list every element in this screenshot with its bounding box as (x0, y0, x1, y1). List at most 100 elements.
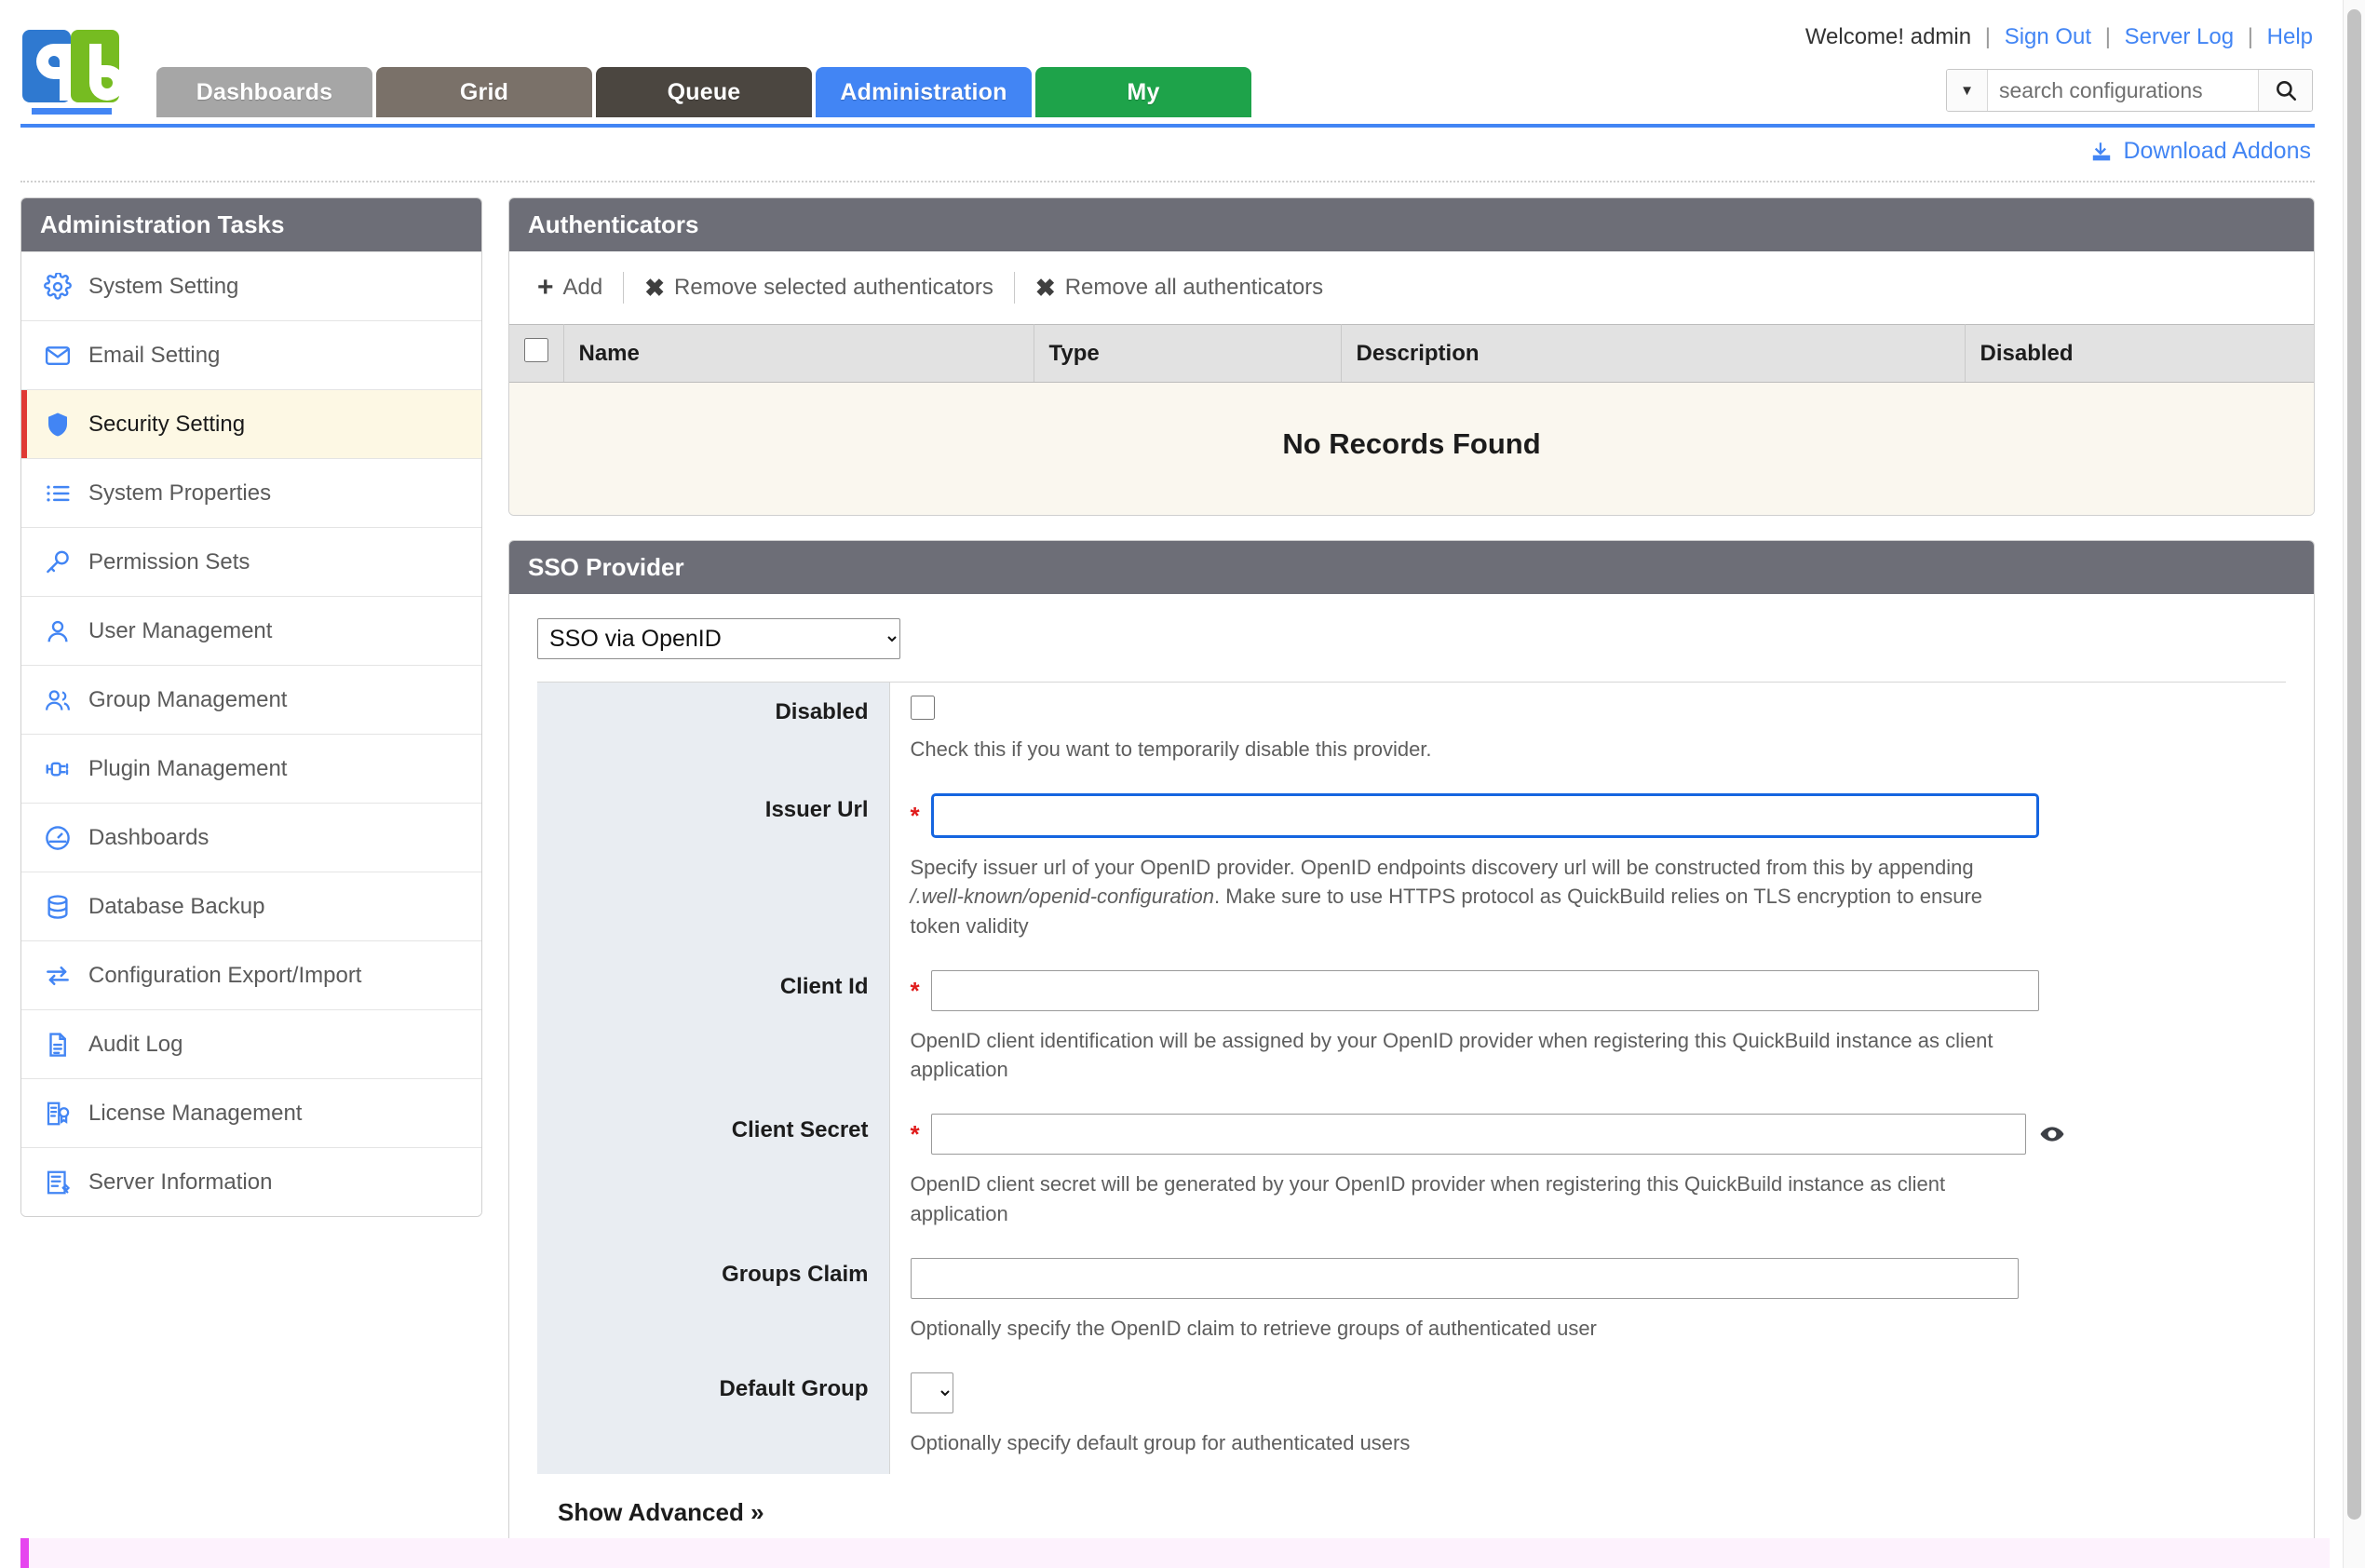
sidebar-item-label: Server Information (88, 1169, 273, 1195)
default-group-select[interactable] (910, 1372, 953, 1414)
sidebar-item-label: Database Backup (88, 893, 265, 919)
sidebar-item-license-management[interactable]: License Management (21, 1078, 481, 1147)
sidebar-item-label: Plugin Management (88, 755, 288, 781)
app-header: Dashboards Grid Queue Administration My … (0, 0, 2343, 130)
select-all-header (509, 324, 564, 383)
tab-my[interactable]: My (1035, 67, 1251, 117)
sidebar-item-security-setting[interactable]: Security Setting (21, 389, 481, 458)
sidebar-item-label: System Properties (88, 480, 272, 506)
help-disabled: Check this if you want to temporarily di… (910, 737, 1432, 761)
required-marker: * (910, 976, 920, 1005)
label-disabled: Disabled (537, 682, 890, 781)
sso-provider-type-select[interactable]: SSO via OpenID (537, 618, 900, 659)
label-groups-claim: Groups Claim (537, 1244, 890, 1360)
close-icon: ✖ (1034, 274, 1056, 302)
form-row-client-secret: Client Secret * OpenID client secret wil… (537, 1101, 2286, 1245)
authenticators-title: Authenticators (509, 198, 2314, 251)
sso-settings-form: Disabled Check this if you want to tempo… (537, 682, 2286, 1475)
issuer-url-input[interactable] (930, 793, 2039, 839)
sso-provider-title: SSO Provider (509, 541, 2314, 594)
eye-icon[interactable] (2039, 1121, 2065, 1147)
addons-bar: Download Addons (20, 130, 2315, 182)
welcome-text: Welcome! admin (1804, 24, 1972, 49)
server-log-link[interactable]: Server Log (2125, 24, 2234, 49)
sidebar-item-system-setting[interactable]: System Setting (21, 251, 481, 320)
download-addons-label: Download Addons (2123, 138, 2311, 164)
sidebar-item-plugin-management[interactable]: Plugin Management (21, 734, 481, 803)
chevron-down-icon: ▼ (1960, 82, 1974, 99)
add-authenticator-button[interactable]: + Add (537, 274, 602, 302)
help-client-id: OpenID client identification will be ass… (910, 1028, 1993, 1082)
groups-claim-input[interactable] (910, 1257, 2019, 1299)
sidebar-item-user-management[interactable]: User Management (21, 596, 481, 665)
sidebar-item-permission-sets[interactable]: Permission Sets (21, 527, 481, 596)
gear-icon (42, 271, 74, 303)
remove-all-authenticators-button[interactable]: ✖ Remove all authenticators (1035, 275, 1323, 301)
page-scrollbar-thumb[interactable] (2347, 9, 2361, 1520)
quickbuild-logo[interactable] (20, 28, 123, 115)
empty-state-row: No Records Found (509, 382, 2314, 515)
search-scope-dropdown[interactable]: ▼ (1947, 70, 1988, 111)
help-groups-claim: Optionally specify the OpenID claim to r… (910, 1316, 1597, 1340)
tab-administration[interactable]: Administration (816, 67, 1032, 117)
tab-grid[interactable]: Grid (376, 67, 592, 117)
tab-my-label: My (1127, 78, 1160, 105)
table-header-row: Name Type Description Disabled (509, 324, 2314, 383)
main-column: Authenticators + Add ✖ Remove selected a… (508, 197, 2315, 1568)
sidebar-item-label: Audit Log (88, 1031, 183, 1057)
sidebar-item-database-backup[interactable]: Database Backup (21, 872, 481, 940)
client-secret-input[interactable] (930, 1114, 2026, 1156)
tab-dashboards[interactable]: Dashboards (156, 67, 372, 117)
shield-icon (42, 409, 74, 440)
sidebar-item-dashboards[interactable]: Dashboards (21, 803, 481, 872)
select-all-checkbox[interactable] (524, 338, 548, 362)
document-icon (42, 1029, 74, 1061)
administration-tasks-sidebar: Administration Tasks System Setting Emai… (20, 197, 482, 1217)
plug-icon (42, 753, 74, 785)
search-box: ▼ (1946, 69, 2313, 112)
sidebar-item-system-properties[interactable]: System Properties (21, 458, 481, 527)
sidebar-item-label: User Management (88, 617, 273, 643)
sidebar-item-label: License Management (88, 1100, 303, 1126)
tab-grid-label: Grid (459, 78, 509, 105)
field-client-id: * OpenID client identification will be a… (889, 957, 2286, 1101)
sidebar-item-label: Security Setting (88, 411, 246, 437)
field-groups-claim: Optionally specify the OpenID claim to r… (889, 1245, 2286, 1359)
sign-out-link[interactable]: Sign Out (2005, 24, 2091, 49)
exchange-icon (42, 960, 74, 992)
column-header-disabled[interactable]: Disabled (1965, 324, 2314, 383)
sso-provider-body: SSO via OpenID Disabled Check this if yo… (509, 594, 2314, 1568)
column-header-description[interactable]: Description (1341, 324, 1966, 383)
field-issuer-url: * Specify issuer url of your OpenID prov… (889, 780, 2286, 957)
gauge-icon (42, 822, 74, 854)
plus-icon: + (537, 272, 554, 303)
toolbar-divider-2 (1013, 272, 1015, 304)
help-issuer-url-prefix: Specify issuer url of your OpenID provid… (910, 856, 1974, 880)
label-issuer-url: Issuer Url (537, 780, 890, 957)
search-button[interactable] (2258, 70, 2312, 111)
client-id-input[interactable] (930, 969, 2039, 1011)
help-issuer-url: Specify issuer url of your OpenID provid… (911, 853, 2009, 946)
server-info-icon (42, 1167, 74, 1198)
main-nav-tabs: Dashboards Grid Queue Administration My (156, 67, 1251, 117)
key-icon (42, 547, 74, 578)
sidebar-item-server-information[interactable]: Server Information (21, 1147, 481, 1216)
help-link[interactable]: Help (2267, 24, 2313, 49)
sidebar-item-audit-log[interactable]: Audit Log (21, 1009, 481, 1078)
form-row-groups-claim: Groups Claim Optionally specify the Open… (537, 1244, 2286, 1360)
sidebar-item-email-setting[interactable]: Email Setting (21, 320, 481, 389)
remove-selected-authenticators-button[interactable]: ✖ Remove selected authenticators (644, 275, 993, 301)
tab-queue[interactable]: Queue (596, 67, 812, 117)
column-header-name[interactable]: Name (563, 324, 1034, 383)
page-scrollbar[interactable] (2343, 0, 2365, 1568)
sidebar-item-group-management[interactable]: Group Management (21, 665, 481, 734)
sidebar-item-configuration-export-import[interactable]: Configuration Export/Import (21, 940, 481, 1009)
search-input[interactable] (1988, 70, 2258, 111)
no-records-message: No Records Found (509, 382, 2314, 515)
download-addons-link[interactable]: Download Addons (2089, 138, 2311, 165)
disabled-checkbox[interactable] (910, 696, 935, 720)
tab-administration-label: Administration (840, 78, 1007, 105)
link-separator-3: | (2247, 24, 2253, 49)
column-header-type[interactable]: Type (1034, 324, 1342, 383)
sidebar-title: Administration Tasks (21, 198, 481, 251)
